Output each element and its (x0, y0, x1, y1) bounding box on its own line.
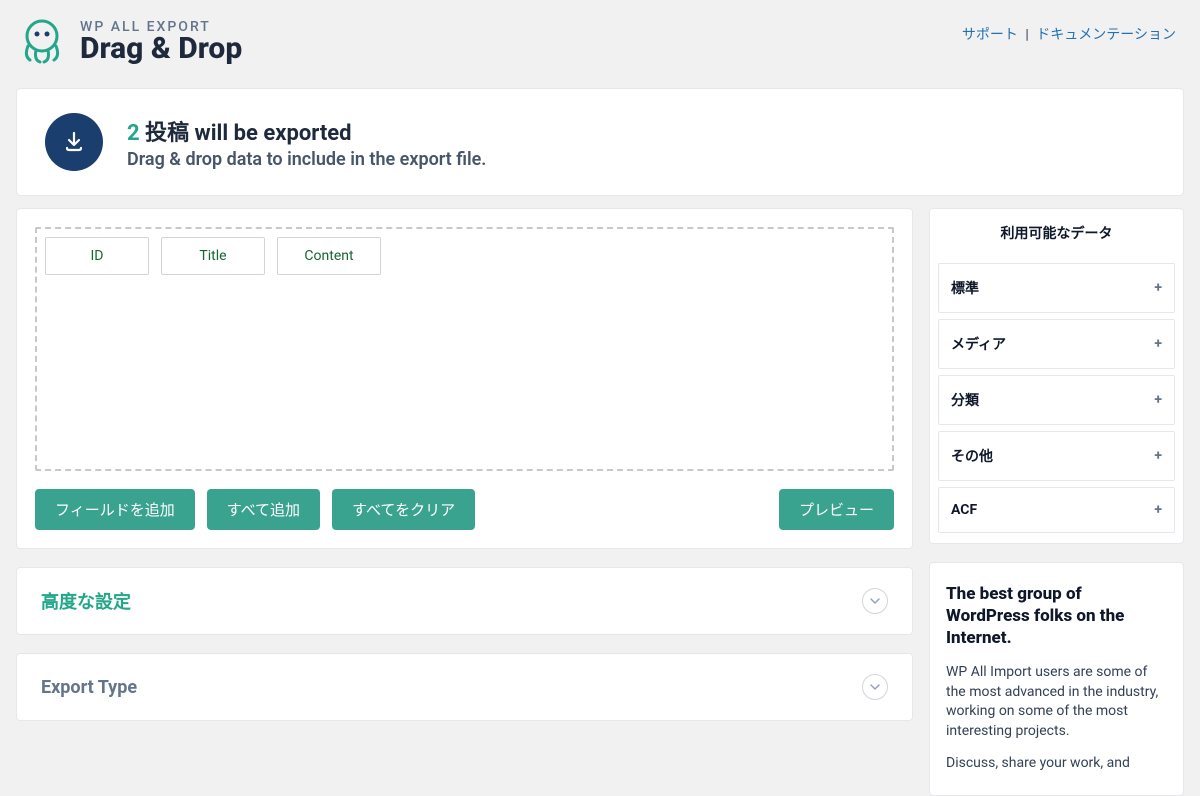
intro-subtitle: Drag & drop data to include in the expor… (127, 149, 486, 170)
add-all-button[interactable]: すべて追加 (207, 489, 320, 530)
intro-panel: 2 投稿 will be exported Drag & drop data t… (16, 88, 1184, 196)
export-type-panel[interactable]: Export Type (16, 653, 913, 721)
field-chip[interactable]: ID (45, 237, 149, 275)
data-group-standard[interactable]: 標準 + (938, 263, 1175, 313)
button-row: フィールドを追加 すべて追加 すべてをクリア プレビュー (35, 489, 894, 530)
chevron-down-icon (862, 674, 888, 700)
field-chip[interactable]: Title (161, 237, 265, 275)
plus-icon: + (1154, 502, 1162, 518)
data-group-label: 分類 (951, 390, 979, 410)
intro-title: 2 投稿 will be exported (127, 115, 486, 147)
link-separator: | (1025, 27, 1028, 43)
logo-icon (16, 16, 68, 68)
promo-panel: The best group of WordPress folks on the… (929, 562, 1184, 796)
left-column: ID Title Content フィールドを追加 すべて追加 すべてをクリア … (16, 208, 913, 721)
available-data-header: 利用可能なデータ (930, 209, 1183, 257)
export-type-title: Export Type (41, 677, 137, 698)
brand-big: Drag & Drop (80, 31, 242, 66)
export-count: 2 (127, 121, 140, 146)
add-field-button[interactable]: フィールドを追加 (35, 489, 195, 530)
intro-title-rest: 投稿 will be exported (140, 121, 352, 146)
spacer (487, 489, 767, 530)
brand-text: WP ALL EXPORT Drag & Drop (80, 19, 242, 66)
field-dropzone[interactable]: ID Title Content (35, 227, 894, 471)
promo-paragraph: WP All Import users are some of the most… (946, 663, 1167, 741)
plus-icon: + (1154, 336, 1162, 352)
promo-paragraph: Discuss, share your work, and (946, 754, 1167, 774)
support-link[interactable]: サポート (962, 27, 1018, 43)
data-group-label: 標準 (951, 278, 979, 298)
advanced-settings-title: 高度な設定 (41, 588, 131, 614)
chevron-down-icon (862, 588, 888, 614)
header-links: サポート | ドキュメンテーション (962, 24, 1176, 44)
page-header: WP ALL EXPORT Drag & Drop サポート | ドキュメンテー… (0, 0, 1200, 76)
plus-icon: + (1154, 392, 1162, 408)
available-data-panel: 利用可能なデータ 標準 + メディア + 分類 + その他 + ACF + (929, 208, 1184, 544)
advanced-settings-panel[interactable]: 高度な設定 (16, 567, 913, 635)
plus-icon: + (1154, 280, 1162, 296)
brand: WP ALL EXPORT Drag & Drop (16, 16, 242, 68)
builder-panel: ID Title Content フィールドを追加 すべて追加 すべてをクリア … (16, 208, 913, 549)
documentation-link[interactable]: ドキュメンテーション (1036, 27, 1176, 43)
clear-all-button[interactable]: すべてをクリア (332, 489, 475, 530)
data-group-taxonomy[interactable]: 分類 + (938, 375, 1175, 425)
data-group-acf[interactable]: ACF + (938, 487, 1175, 533)
data-group-media[interactable]: メディア + (938, 319, 1175, 369)
data-group-other[interactable]: その他 + (938, 431, 1175, 481)
data-group-label: その他 (951, 446, 993, 466)
field-chip[interactable]: Content (277, 237, 381, 275)
right-column: 利用可能なデータ 標準 + メディア + 分類 + その他 + ACF + (929, 208, 1184, 796)
data-group-label: メディア (951, 334, 1006, 354)
plus-icon: + (1154, 448, 1162, 464)
intro-text: 2 投稿 will be exported Drag & drop data t… (127, 115, 486, 170)
promo-title: The best group of WordPress folks on the… (946, 583, 1167, 649)
main-row: ID Title Content フィールドを追加 すべて追加 すべてをクリア … (0, 208, 1200, 796)
data-group-label: ACF (951, 502, 977, 518)
preview-button[interactable]: プレビュー (779, 489, 894, 530)
download-icon (45, 113, 103, 171)
